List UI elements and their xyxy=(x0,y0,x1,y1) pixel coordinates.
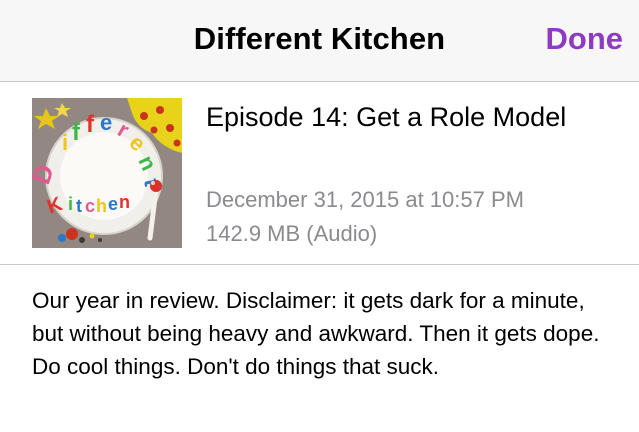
svg-text:t: t xyxy=(76,196,82,216)
episode-info-screen: Different Kitchen Done D i f f e r e n K… xyxy=(0,0,639,432)
episode-description: Our year in review. Disclaimer: it gets … xyxy=(32,288,600,379)
svg-text:i: i xyxy=(68,194,73,214)
svg-text:e: e xyxy=(108,194,118,214)
svg-text:f: f xyxy=(86,111,95,138)
svg-text:h: h xyxy=(96,196,107,216)
navigation-bar: Different Kitchen Done xyxy=(0,0,639,82)
artwork-image: D i f f e r e n t K i t c h e n xyxy=(32,98,182,248)
svg-text:c: c xyxy=(85,196,95,216)
svg-text:e: e xyxy=(100,110,112,135)
svg-text:f: f xyxy=(72,119,81,146)
svg-text:n: n xyxy=(119,192,130,212)
episode-header: D i f f e r e n t K i t c h e n xyxy=(0,82,639,265)
podcast-artwork: D i f f e r e n t K i t c h e n xyxy=(32,98,182,248)
episode-date: December 31, 2015 at 10:57 PM xyxy=(206,187,524,212)
episode-title: Episode 14: Get a Role Model xyxy=(206,102,567,132)
svg-text:i: i xyxy=(62,130,68,155)
done-button[interactable]: Done xyxy=(546,20,624,58)
episode-size: 142.9 MB (Audio) xyxy=(206,221,378,246)
podcast-title: Different Kitchen xyxy=(193,21,446,56)
